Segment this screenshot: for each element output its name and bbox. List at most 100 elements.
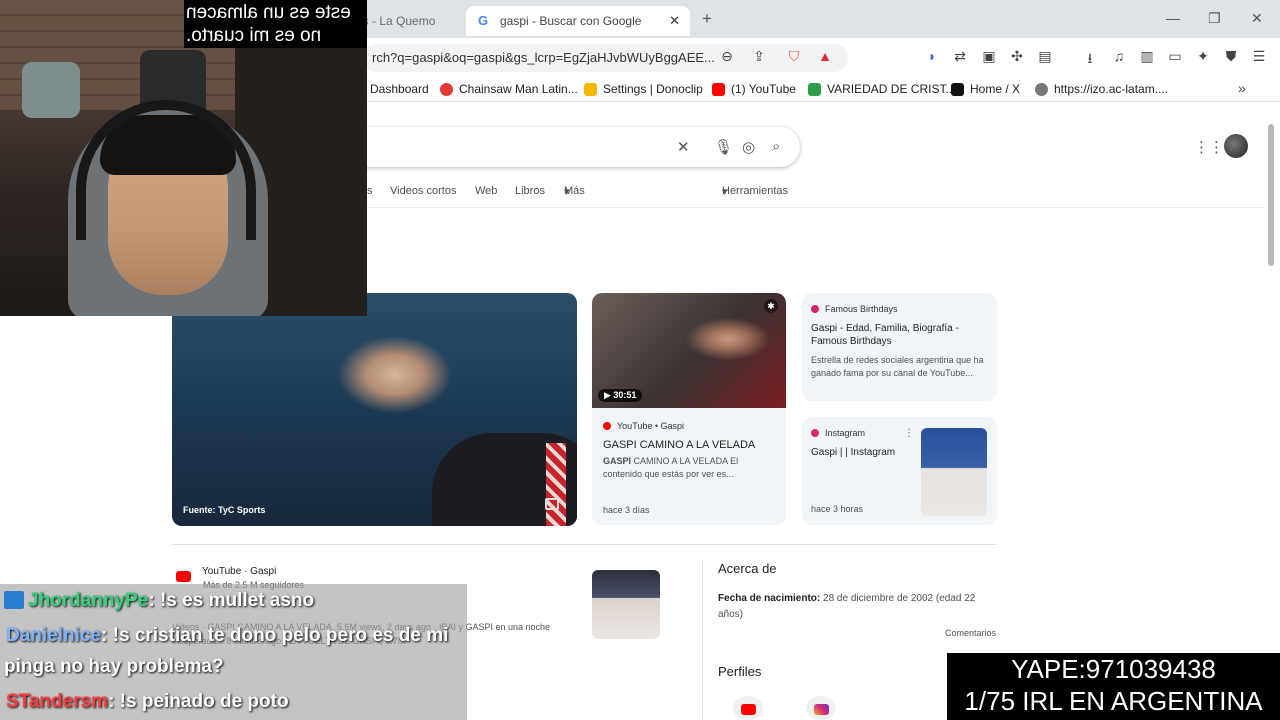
- bookmark-chainsaw-man[interactable]: Chainsaw Man Latin...: [440, 82, 578, 96]
- image-icon[interactable]: [545, 498, 559, 510]
- hero-tie: [546, 443, 566, 526]
- bio-title[interactable]: Gaspi - Edad, Familia, Biografía - Famou…: [811, 322, 989, 348]
- video-snippet-bold: GASPI: [603, 456, 632, 466]
- video-card[interactable]: ✱ ▶ 30:51 YouTube • Gaspi GASPI CAMINO A…: [592, 293, 786, 525]
- chat-message-continued: pinga no hay problema?: [4, 656, 224, 678]
- video-date: hace 3 días: [603, 505, 650, 515]
- bookmark-variedad[interactable]: VARIEDAD DE CRIST...: [808, 82, 955, 96]
- bookmark-label: Settings | Donoclip: [603, 82, 703, 96]
- insta-title[interactable]: Gaspi | | Instagram: [811, 446, 917, 459]
- duration-value: 30:51: [613, 390, 637, 400]
- globe-icon: [1035, 82, 1048, 96]
- close-icon[interactable]: ✕: [669, 13, 680, 29]
- translate-icon[interactable]: ⇄: [951, 48, 969, 65]
- comments-link[interactable]: Comentarios: [945, 628, 996, 638]
- music-icon[interactable]: ♫: [1110, 48, 1128, 64]
- bio-card[interactable]: Famous Birthdays Gaspi - Edad, Familia, …: [802, 293, 997, 401]
- youtube-icon: [741, 704, 756, 715]
- leo-ai-icon[interactable]: ✦: [1194, 48, 1212, 65]
- bookmark-label: Chainsaw Man Latin...: [459, 82, 578, 96]
- share-icon[interactable]: ⇪: [750, 48, 768, 65]
- chat-user: JhordannyPe: [28, 590, 149, 611]
- video-duration: ▶ 30:51: [598, 389, 643, 402]
- chat-user: STandersm: [6, 691, 109, 712]
- filter-web[interactable]: Web: [475, 185, 497, 197]
- chat-text: : !s peinado de poto: [108, 691, 289, 712]
- zoom-icon[interactable]: ⊖: [718, 48, 736, 65]
- youtube-thumbnail[interactable]: [592, 570, 660, 639]
- minimize-icon[interactable]: —: [1166, 10, 1180, 26]
- section-divider: [172, 544, 997, 545]
- about-heading: Acerca de: [718, 561, 777, 576]
- new-tab-icon[interactable]: +: [702, 9, 712, 29]
- avatar[interactable]: [1224, 134, 1248, 158]
- filter-short-videos[interactable]: Videos cortos: [390, 185, 456, 197]
- video-title[interactable]: GASPI CAMINO A LA VELADA: [603, 439, 778, 452]
- scrollbar[interactable]: [1268, 124, 1274, 266]
- extensions-icon[interactable]: ✣: [1008, 48, 1026, 65]
- filter-more[interactable]: Más ▾: [564, 185, 585, 198]
- bookmark-izo[interactable]: https://izo.ac-latam....: [1035, 82, 1168, 96]
- search-input[interactable]: ✕ 🎙 ◎ ⌕: [300, 127, 800, 167]
- lens-icon[interactable]: ◎: [742, 138, 755, 156]
- bookmark-youtube[interactable]: (1) YouTube: [712, 82, 796, 96]
- wallet-icon[interactable]: ▭: [1166, 48, 1184, 65]
- caption-line-2: no es mi cuarto.: [186, 25, 322, 46]
- bookmark-donoclip[interactable]: Settings | Donoclip: [584, 82, 703, 96]
- apps-grid-icon[interactable]: ⋮⋮: [1194, 138, 1224, 156]
- download-icon[interactable]: ⭳: [1081, 48, 1099, 72]
- filter-more-label: Más: [564, 185, 585, 197]
- mirrored-caption: este es un almacen no es mi cuarto.: [184, 0, 367, 48]
- address-bar[interactable]: rch?q=gaspi&oq=gaspi&gs_lcrp=EgZjaHJvbWU…: [362, 44, 848, 72]
- vpn-icon[interactable]: ⛊: [1222, 48, 1240, 65]
- filter-books[interactable]: Libros: [515, 185, 545, 197]
- chat-message: JhordannyPe: !s es mullet asno: [4, 590, 314, 612]
- brave-rewards-icon[interactable]: ▲: [816, 48, 834, 64]
- youtube-channel[interactable]: YouTube · Gaspi: [202, 566, 276, 577]
- chat-user: Danielnice: [6, 625, 102, 646]
- variedad-favicon-icon: [808, 82, 821, 96]
- filter-all[interactable]: s: [367, 185, 373, 197]
- chat-message: Danielnice: !s cristian te dono pelo per…: [6, 625, 448, 647]
- bookmark-label: https://izo.ac-latam....: [1054, 82, 1169, 96]
- window-close-icon[interactable]: ✕: [1251, 10, 1263, 27]
- insta-date: hace 3 horas: [811, 504, 864, 514]
- tab-google-search[interactable]: G gaspi - Buscar con Google ✕: [466, 6, 690, 36]
- instagram-card[interactable]: Instagram ⋮ Gaspi | | Instagram hace 3 h…: [802, 417, 997, 525]
- more-options-icon[interactable]: ⋮: [904, 428, 914, 439]
- chat-text: : !s cristian te dono pelo pero es de mi: [101, 625, 449, 646]
- chat-badge-icon: [4, 591, 24, 609]
- instagram-icon: [814, 704, 829, 715]
- profile-instagram[interactable]: [806, 696, 836, 720]
- bookmark-dashboard[interactable]: Dashboard: [370, 82, 429, 96]
- filter-tools[interactable]: Herramientas ▾: [722, 185, 788, 198]
- video-source: YouTube • Gaspi: [603, 421, 684, 431]
- sidebar-icon[interactable]: ▥: [1138, 48, 1156, 65]
- tab-label: gaspi - Buscar con Google: [500, 14, 642, 28]
- tab-search-icon[interactable]: ▤: [1036, 48, 1054, 65]
- yape-number: YAPE:971039438: [1011, 654, 1216, 684]
- clear-icon[interactable]: ✕: [677, 138, 690, 156]
- chat-message: STandersm: !s peinado de poto: [6, 691, 289, 713]
- chevron-right-icon[interactable]: »: [1238, 80, 1246, 96]
- settings-icon[interactable]: ✱: [764, 299, 778, 313]
- restore-icon[interactable]: ❐: [1208, 10, 1221, 27]
- birth-info: Fecha de nacimiento: 28 de diciembre de …: [718, 591, 988, 623]
- bio-source-label: Famous Birthdays: [825, 304, 898, 314]
- profile-youtube[interactable]: [733, 696, 763, 720]
- bookmark-label: Dashboard: [370, 82, 429, 96]
- extension-box-icon[interactable]: ▣: [980, 48, 998, 65]
- x-favicon-icon: [951, 82, 964, 96]
- donation-info: YAPE:971039438 1/75 IRL EN ARGENTINA: [947, 653, 1280, 720]
- extension-wave-icon[interactable]: ◗: [923, 48, 941, 64]
- search-icon[interactable]: ⌕: [772, 138, 780, 155]
- chainsaw-favicon-icon: [440, 82, 453, 96]
- brave-shield-icon[interactable]: ⛉: [785, 48, 803, 65]
- menu-icon[interactable]: ☰: [1250, 48, 1268, 65]
- instagram-thumbnail[interactable]: [921, 428, 987, 516]
- microphone-icon[interactable]: 🎙: [714, 138, 733, 156]
- famous-birthdays-icon: [811, 305, 819, 313]
- bookmark-x[interactable]: Home / X: [951, 82, 1020, 96]
- hero-image[interactable]: Fuente: TyC Sports: [172, 293, 577, 526]
- video-snippet: GASPI CAMINO A LA VELADA El contenido qu…: [603, 455, 778, 481]
